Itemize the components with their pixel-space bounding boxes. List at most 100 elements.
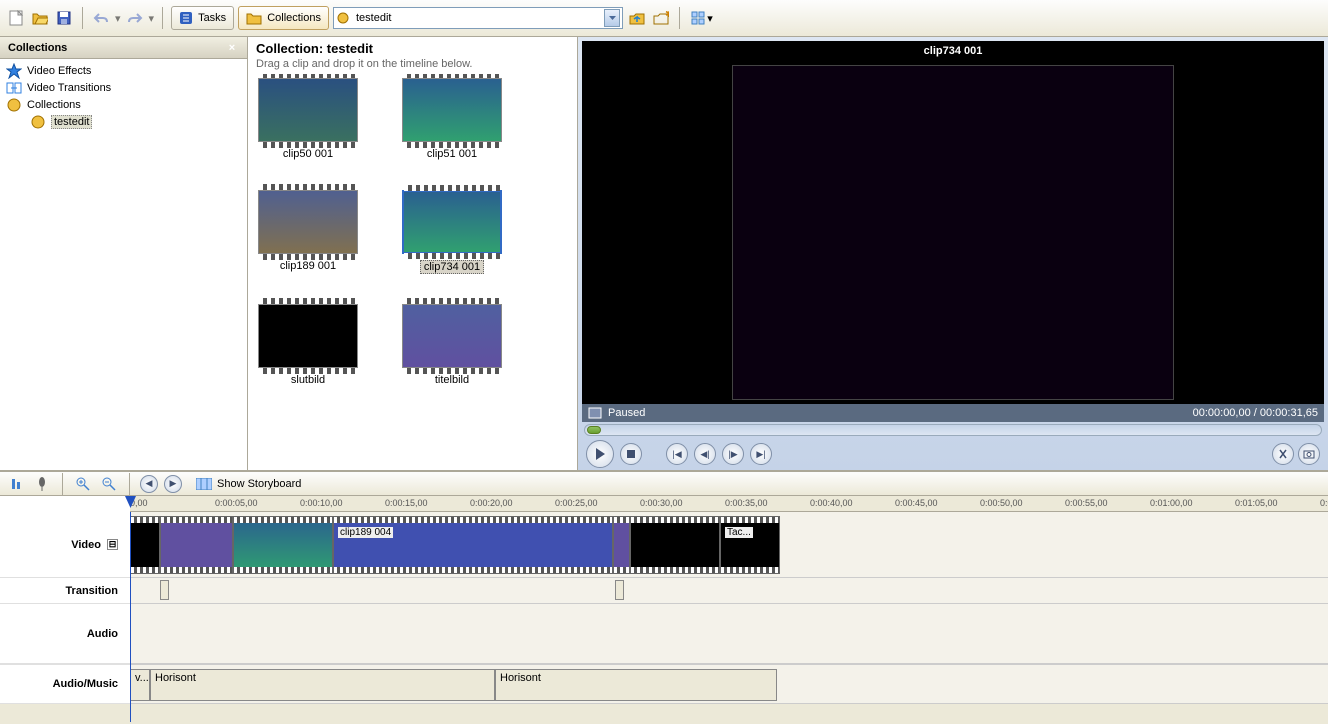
transition-marker[interactable] [615,580,624,600]
sidebar-close-button[interactable]: × [225,41,239,55]
collection-selector[interactable]: testedit [333,7,623,29]
timeline-ruler[interactable]: 0,000:00:05,000:00:10,000:00:15,000:00:2… [130,496,1328,512]
preview-status-bar: Paused 00:00:00,00 / 00:00:31,65 [582,404,1324,422]
tree-item-effects[interactable]: Video Effects [0,62,247,79]
audio-track[interactable] [130,604,1328,664]
zoom-out-button[interactable] [99,474,119,494]
clip-item[interactable]: slutbild [258,304,358,386]
tree-label: Video Effects [27,65,91,77]
playhead[interactable] [130,512,131,722]
audio-clip[interactable]: Horisont [150,669,495,701]
clip-label: clip734 001 [420,260,484,274]
clip-label: titelbild [435,374,469,386]
frame-back-button[interactable]: ◀| [694,443,716,465]
tasks-button[interactable]: Tasks [171,6,234,30]
up-folder-button[interactable] [627,8,647,28]
clips-grid[interactable]: clip50 001 clip51 001 clip189 001 clip73… [248,74,577,470]
open-button[interactable] [30,8,50,28]
track-label-video: Video⊟ [0,512,130,578]
ruler-tick: 0:00:15,00 [385,498,428,508]
tree-label: testedit [51,115,92,129]
new-project-button[interactable] [6,8,26,28]
seek-thumb[interactable] [587,426,601,434]
clip-item[interactable]: clip189 001 [258,190,358,274]
show-storyboard-button[interactable]: Show Storyboard [196,478,301,490]
ruler-tick: 0:01:05,00 [1235,498,1278,508]
ruler-tick: 0:00:30,00 [640,498,683,508]
tree-item-transitions[interactable]: Video Transitions [0,79,247,96]
preview-video[interactable]: clip734 001 [582,41,1324,404]
timeline-clip[interactable] [613,516,630,574]
sidebar-header: Collections × [0,37,247,59]
clip-label: clip50 001 [283,148,333,160]
split-button[interactable] [1272,443,1294,465]
svg-text:✱: ✱ [665,11,669,20]
music-track[interactable]: v...HorisontHorisont [130,664,1328,704]
timeline-clip[interactable] [233,516,333,574]
collections-tree: Video Effects Video Transitions Collecti… [0,59,247,133]
ruler-tick: 0:00:40,00 [810,498,853,508]
frame-fwd-button[interactable]: |▶ [722,443,744,465]
timeline-play-button[interactable]: ▶ [164,475,182,493]
folder-icon [246,11,262,25]
save-button[interactable] [54,8,74,28]
clip-item[interactable]: titelbild [402,304,502,386]
clip-label: clip189 001 [280,260,336,272]
preview-seek-slider[interactable] [584,424,1322,436]
ruler-tick: 0:00:25,00 [555,498,598,508]
clip-thumb [258,78,358,142]
clip-thumb [258,190,358,254]
prev-button[interactable]: |◀ [666,443,688,465]
clip-item[interactable]: clip51 001 [402,78,502,160]
zoom-in-button[interactable] [73,474,93,494]
redo-button[interactable] [125,8,145,28]
stop-button[interactable] [620,443,642,465]
timeline-clip[interactable] [630,516,720,574]
snapshot-button[interactable] [1298,443,1320,465]
audio-clip[interactable]: v... [130,669,150,701]
ruler-tick: 0:00:35,00 [725,498,768,508]
timeline-clip[interactable] [160,516,233,574]
dropdown-arrow[interactable] [604,9,620,27]
audio-clip[interactable]: Horisont [495,669,777,701]
next-button[interactable]: ▶| [750,443,772,465]
collections-label: Collections [267,12,321,24]
redo-dropdown[interactable]: ▾ [149,12,155,25]
timeline-clip[interactable]: Tac... [720,516,780,574]
view-button[interactable]: ▾ [688,8,716,28]
undo-button[interactable] [91,8,111,28]
clip-item[interactable]: clip50 001 [258,78,358,160]
clip-thumb [402,190,502,254]
timeline-clip[interactable] [130,516,160,574]
timeline-content[interactable]: clip189 004Tac... v...HorisontHorisont [130,512,1328,704]
timeline-levels-button[interactable] [6,474,26,494]
track-label-music: Audio/Music [0,664,130,704]
undo-dropdown[interactable]: ▾ [115,12,121,25]
play-button[interactable] [586,440,614,468]
storyboard-icon [196,478,212,490]
collapse-video-button[interactable]: ⊟ [107,539,118,550]
tree-item-collections[interactable]: Collections [0,96,247,113]
ruler-tick: 0:00:05,00 [215,498,258,508]
timeline-clip[interactable]: clip189 004 [333,516,613,574]
preview-time: 00:00:00,00 / 00:00:31,65 [1193,407,1318,419]
timeline-narrate-button[interactable] [32,474,52,494]
transition-track[interactable] [130,578,1328,604]
new-folder-button[interactable]: ✱ [651,8,671,28]
video-track[interactable]: clip189 004 Tac... [130,512,1328,578]
clip-label: clip189 004 [338,527,393,538]
collection-selector-value: testedit [356,12,391,24]
sidebar-title: Collections [8,42,67,54]
clip-label: slutbild [291,374,325,386]
clip-thumb [402,78,502,142]
tree-label: Collections [27,99,81,111]
tree-item-testedit[interactable]: testedit [0,113,247,130]
timeline-rewind-button[interactable]: ◀ [140,475,158,493]
preview-title: clip734 001 [582,45,1324,57]
collections-button[interactable]: Collections [238,6,329,30]
clip-item[interactable]: clip734 001 [402,190,502,274]
tasks-label: Tasks [198,12,226,24]
preview-controls: |◀ ◀| |▶ ▶| [578,438,1328,470]
ruler-tick: 0:01:00,00 [1150,498,1193,508]
transition-marker[interactable] [160,580,169,600]
